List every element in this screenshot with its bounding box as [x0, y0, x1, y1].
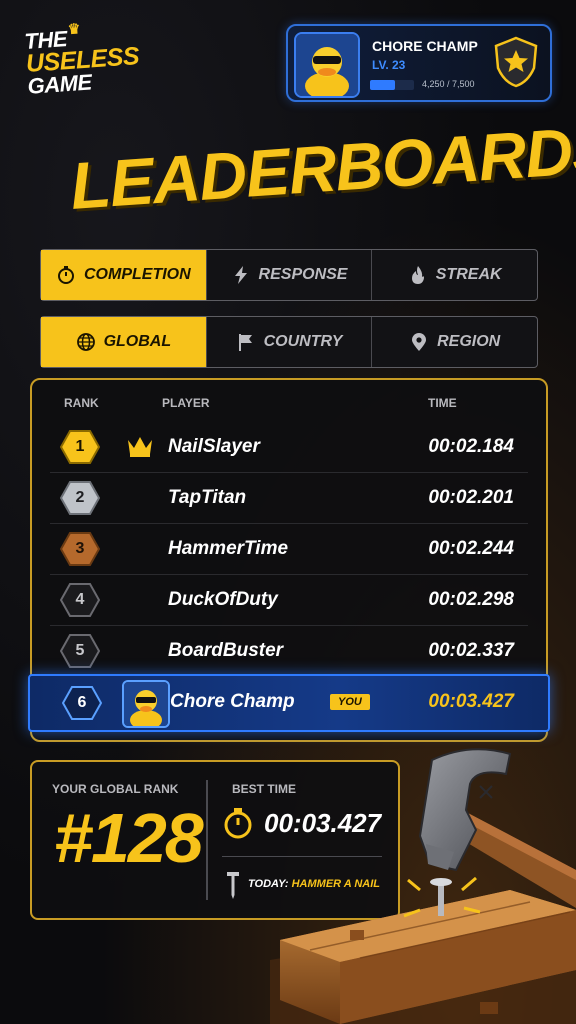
hammer-nail-illustration [270, 748, 576, 1024]
header-player: PLAYER [162, 396, 210, 410]
rank-number: 5 [75, 642, 85, 659]
tab-global[interactable]: GLOBAL [41, 317, 207, 367]
player-time: 00:02.184 [428, 436, 514, 457]
player-name: HammerTime [168, 538, 289, 559]
tab-country[interactable]: COUNTRY [207, 317, 373, 367]
player-time: 00:02.298 [428, 589, 514, 610]
player-time: 00:02.244 [428, 538, 514, 559]
header-time: TIME [428, 396, 457, 410]
rank-number: 6 [77, 694, 87, 711]
table-row[interactable]: 2 TapTitan 00:02.201 [50, 473, 528, 524]
crown-icon [128, 437, 152, 457]
player-name: NailSlayer [168, 436, 260, 457]
duck-avatar-icon [294, 32, 360, 98]
xp-text: 4,250 / 7,500 [422, 79, 475, 89]
tab-label: RESPONSE [258, 266, 348, 283]
global-rank-value: #128 [54, 799, 204, 877]
rank-number: 4 [75, 591, 85, 608]
xp-progress-fill [370, 80, 395, 90]
player-name: BoardBuster [168, 640, 284, 661]
scope-tab-bar: GLOBAL COUNTRY REGION [40, 316, 538, 368]
rank-number: 2 [75, 489, 85, 506]
player-time: 00:02.201 [428, 487, 514, 508]
xp-progress-bar [370, 80, 414, 90]
leaderboard-table: RANK PLAYER TIME 1 NailSlayer 00:02.184 … [28, 378, 550, 742]
tab-label: COUNTRY [263, 333, 343, 350]
rank-badge-silver: 2 [59, 481, 101, 515]
your-rank-row[interactable]: 6 Chore Champ YOU 00:03.427 [28, 674, 550, 732]
header-rank: RANK [64, 396, 99, 410]
profile-level: LV. 23 [372, 58, 406, 72]
you-tag: YOU [330, 694, 370, 710]
player-time: 00:03.427 [428, 691, 514, 712]
tab-label: COMPLETION [84, 266, 191, 283]
profile-card[interactable]: CHORE CHAMP LV. 23 4,250 / 7,500 [286, 24, 552, 102]
stopwatch-icon [224, 808, 252, 839]
globe-icon [76, 333, 95, 351]
flame-icon [411, 266, 424, 284]
tab-label: STREAK [435, 266, 502, 283]
table-row[interactable]: 5 BoardBuster 00:02.337 [50, 626, 528, 676]
duck-avatar-icon [122, 680, 170, 728]
table-row[interactable]: 4 DuckOfDuty 00:02.298 [50, 575, 528, 626]
star-badge-icon [494, 36, 538, 88]
stopwatch-icon [58, 266, 74, 284]
rank-badge-gold: 1 [59, 430, 101, 464]
player-name: DuckOfDuty [168, 589, 278, 610]
tab-completion[interactable]: COMPLETION [41, 250, 207, 300]
rank-badge: 4 [59, 583, 101, 617]
nail-icon [227, 872, 239, 899]
profile-name: CHORE CHAMP [372, 38, 478, 54]
rank-number: 1 [75, 438, 85, 455]
rank-badge: 5 [59, 634, 101, 668]
rank-badge-you: 6 [61, 686, 103, 720]
lightning-icon [234, 266, 247, 284]
rank-badge-bronze: 3 [59, 532, 101, 566]
player-name: Chore Champ [170, 691, 295, 712]
table-row[interactable]: 1 NailSlayer 00:02.184 [50, 422, 528, 473]
player-name: TapTitan [168, 487, 247, 508]
table-row[interactable]: 3 HammerTime 00:02.244 [50, 524, 528, 575]
mode-tab-bar: COMPLETION RESPONSE STREAK [40, 249, 538, 301]
tab-label: REGION [437, 333, 501, 350]
rank-number: 3 [75, 540, 85, 557]
global-rank-label: YOUR GLOBAL RANK [52, 782, 179, 796]
player-time: 00:02.337 [428, 640, 514, 661]
game-logo: ♛ THE USELESS GAME [24, 20, 141, 98]
tab-streak[interactable]: STREAK [372, 250, 537, 300]
tab-response[interactable]: RESPONSE [207, 250, 373, 300]
tab-region[interactable]: REGION [372, 317, 537, 367]
crown-icon: ♛ [67, 20, 81, 37]
location-pin-icon [412, 333, 427, 351]
flag-icon [238, 334, 252, 351]
tab-label: GLOBAL [103, 333, 172, 350]
divider [206, 780, 208, 900]
